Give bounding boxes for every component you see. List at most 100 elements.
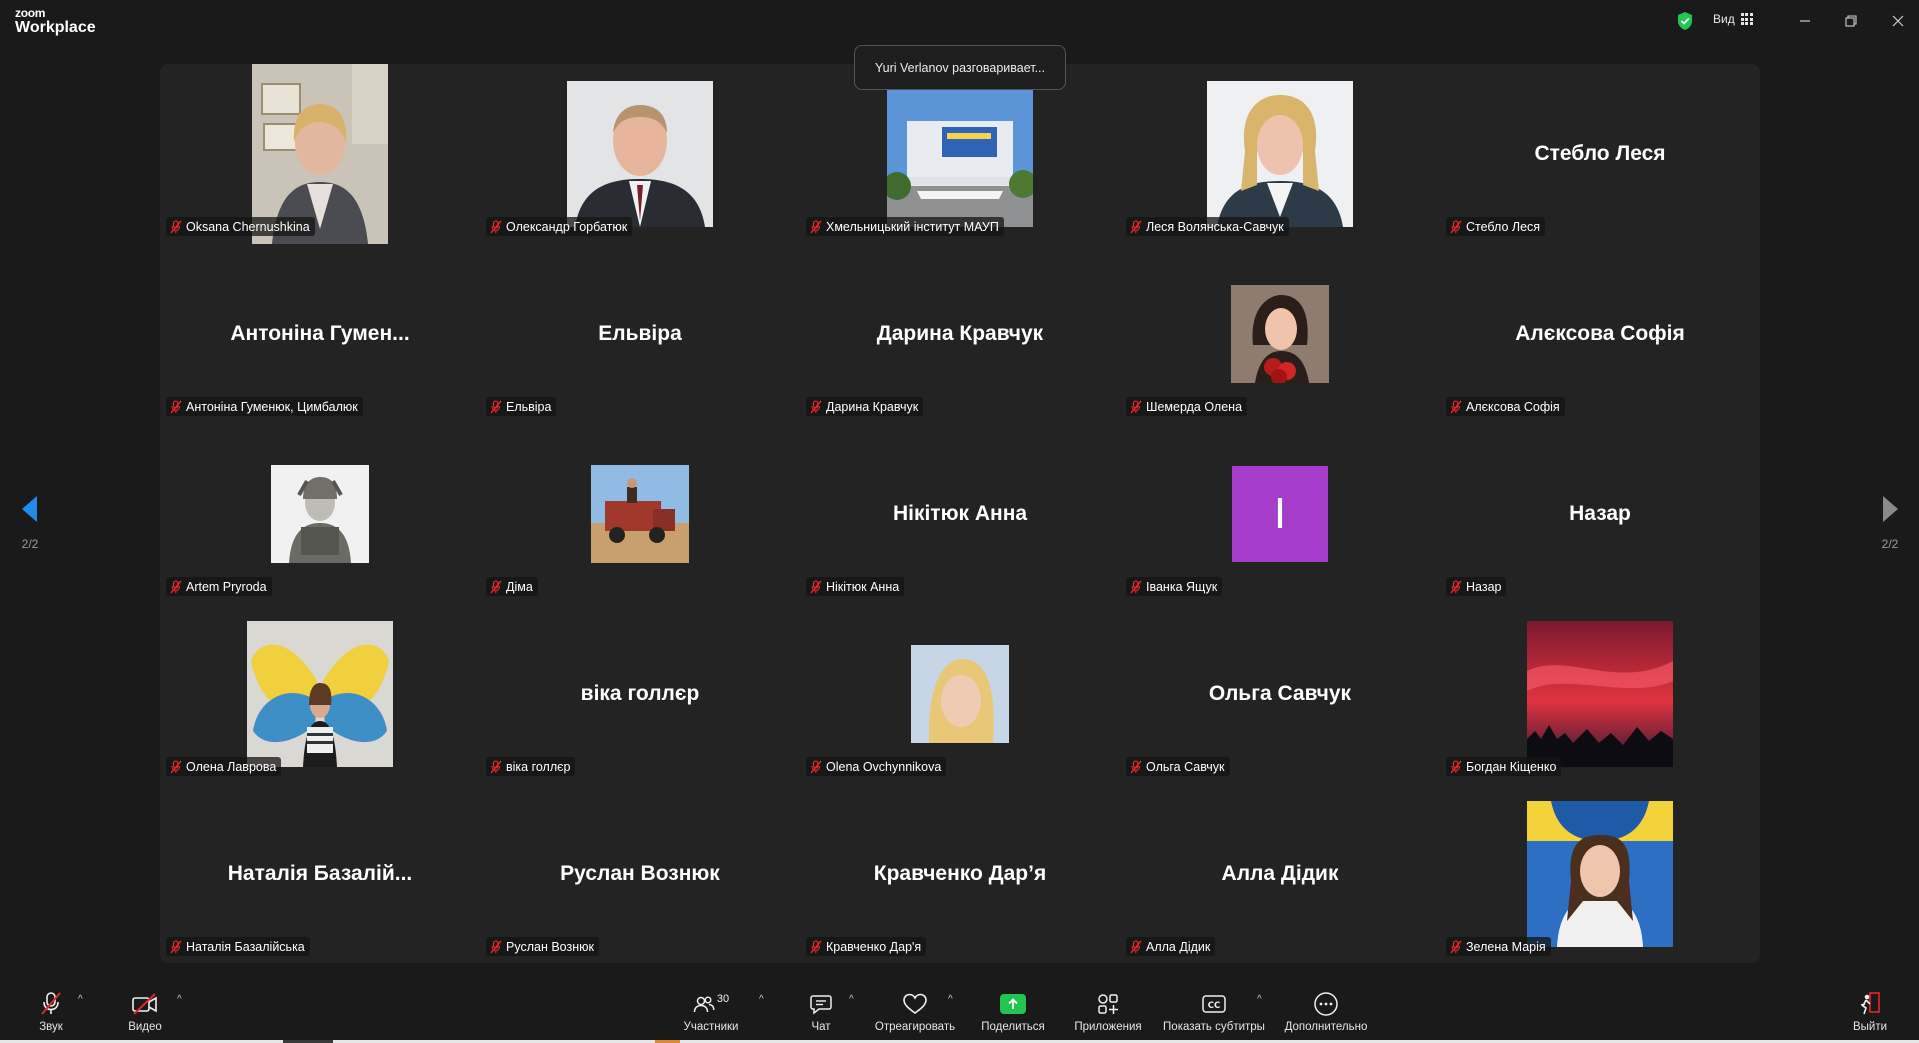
participant-tile[interactable]: Oksana Chernushkina — [160, 64, 480, 244]
participant-display-name: Ольга Савчук — [1208, 682, 1352, 705]
react-button[interactable]: Отреагировать — [873, 980, 957, 1043]
participant-name-label: Іванка Ящук — [1126, 577, 1223, 596]
participant-tile[interactable]: Олександр Горбатюк — [480, 64, 800, 244]
video-button[interactable]: Видео — [124, 980, 166, 1043]
participant-photo — [1527, 621, 1673, 767]
captions-button[interactable]: CC Показать субтитры — [1160, 980, 1268, 1043]
mic-muted-icon — [170, 939, 182, 953]
participant-name: Наталія Базалійська — [186, 939, 305, 954]
more-button[interactable]: Дополнительно — [1283, 980, 1369, 1043]
participant-photo — [271, 465, 369, 563]
participant-tile[interactable]: Дарина Кравчук Дарина Кравчук — [800, 244, 1120, 424]
participant-name-label: Шемерда Олена — [1126, 397, 1248, 416]
react-label: Отреагировать — [874, 1020, 956, 1033]
restore-button[interactable] — [1840, 10, 1862, 32]
participant-tile[interactable]: Леся Волянська-Савчук — [1120, 64, 1440, 244]
mic-muted-icon — [170, 759, 182, 773]
leave-button[interactable]: Выйти — [1852, 980, 1888, 1043]
chat-label: Чат — [811, 1020, 831, 1033]
participant-tile[interactable]: Богдан Кіщенко — [1440, 604, 1760, 784]
participant-tile[interactable]: Назар Назар — [1440, 424, 1760, 604]
mic-muted-icon — [1450, 759, 1462, 773]
participant-tile[interactable]: Зелена Марія — [1440, 784, 1760, 964]
participant-tile[interactable]: Ольга Савчук Ольга Савчук — [1120, 604, 1440, 784]
participant-tile[interactable]: Нікітюк Анна Нікітюк Анна — [800, 424, 1120, 604]
restore-icon — [1845, 15, 1857, 27]
apps-button[interactable]: Приложения — [1070, 980, 1146, 1043]
mic-muted-icon — [810, 219, 822, 233]
participant-display-name: Нікітюк Анна — [892, 502, 1028, 525]
mic-muted-icon — [490, 219, 502, 233]
participant-tile[interactable]: Руслан Вознюк Руслан Вознюк — [480, 784, 800, 964]
participant-name-label: Богдан Кіщенко — [1446, 757, 1562, 776]
participant-display-name: Алла Дідик — [1221, 862, 1339, 885]
participant-name-label: Нікітюк Анна — [806, 577, 905, 596]
audio-button[interactable]: Звук — [34, 980, 68, 1043]
participant-name: Алла Дідик — [1146, 939, 1211, 954]
participant-tile[interactable]: Хмельницький інститут МАУП — [800, 64, 1120, 244]
view-button[interactable]: Вид — [1713, 12, 1753, 26]
chat-button[interactable]: Чат — [806, 980, 836, 1043]
share-button[interactable]: Поделиться — [978, 980, 1048, 1043]
page-indicator-left: 2/2 — [21, 537, 39, 551]
gallery-view: Oksana Chernushkina Олександр Горбатюк Хме… — [160, 64, 1760, 963]
participant-tile[interactable]: Алла Дідик Алла Дідик — [1120, 784, 1440, 964]
arrow-right-icon — [1883, 496, 1898, 522]
mic-muted-icon — [810, 579, 822, 593]
participant-name: Іванка Ящук — [1146, 579, 1218, 594]
participant-name: Artem Pryroda — [186, 579, 267, 594]
captions-options-caret[interactable]: ^ — [1257, 994, 1262, 1005]
participant-tile[interactable]: віка голлєр віка голлєр — [480, 604, 800, 784]
participant-name: Олена Лаврова — [186, 759, 277, 774]
participant-tile[interactable]: Діма — [480, 424, 800, 604]
participant-photo — [887, 81, 1033, 227]
react-options-caret[interactable]: ^ — [948, 994, 953, 1005]
participant-name-label: Діма — [486, 577, 538, 596]
mic-muted-icon — [810, 939, 822, 953]
participant-name: Алєксова Софія — [1466, 399, 1560, 414]
mic-muted-icon — [490, 579, 502, 593]
mic-muted-icon — [1130, 579, 1142, 593]
next-page-button[interactable]: 2/2 — [1874, 494, 1906, 551]
page-indicator-right: 2/2 — [1881, 537, 1899, 551]
participant-tile[interactable]: Artem Pryroda — [160, 424, 480, 604]
participant-name-label: Зелена Марія — [1446, 937, 1551, 956]
participant-tile[interactable]: Кравченко Дар’я Кравченко Дар'я — [800, 784, 1120, 964]
more-icon — [1314, 991, 1338, 1016]
participant-tile[interactable]: Стебло Леся Стебло Леся — [1440, 64, 1760, 244]
participant-name-label: Стебло Леся — [1446, 217, 1546, 236]
participants-button[interactable]: 30 Участники — [680, 980, 742, 1043]
active-speaker-notice: Yuri Verlanov разговаривает... — [854, 45, 1066, 90]
participant-tile[interactable]: I Іванка Ящук — [1120, 424, 1440, 604]
minimize-icon — [1800, 20, 1810, 22]
participant-tile[interactable]: Ельвіра Ельвіра — [480, 244, 800, 424]
logo-workplace: Workplace — [15, 19, 96, 36]
security-shield-icon[interactable] — [1676, 11, 1694, 31]
participant-display-name: Дарина Кравчук — [876, 322, 1044, 345]
participant-tile[interactable]: Антоніна Гумен... Антоніна Гуменюк, Цимба… — [160, 244, 480, 424]
chat-options-caret[interactable]: ^ — [849, 994, 854, 1005]
participant-name-label: Artem Pryroda — [166, 577, 272, 596]
participant-display-name: Назар — [1569, 502, 1631, 525]
participant-tile[interactable]: Olena Ovchynnikova — [800, 604, 1120, 784]
apps-icon — [1098, 993, 1118, 1014]
participant-name-label: Руслан Вознюк — [486, 937, 599, 956]
participants-options-caret[interactable]: ^ — [759, 994, 764, 1005]
close-button[interactable] — [1887, 10, 1909, 32]
heart-icon — [903, 993, 927, 1014]
participant-tile[interactable]: Шемерда Олена — [1120, 244, 1440, 424]
minimize-button[interactable] — [1794, 10, 1816, 32]
prev-page-button[interactable]: 2/2 — [14, 494, 46, 551]
participant-tile[interactable]: Наталія Базалій... Наталія Базалійська — [160, 784, 480, 964]
audio-options-caret[interactable]: ^ — [78, 994, 83, 1005]
leave-label: Выйти — [1852, 1020, 1888, 1033]
participant-tile[interactable]: Олена Лаврова — [160, 604, 480, 784]
participant-tile[interactable]: Алєксова Софія Алєксова Софія — [1440, 244, 1760, 424]
captions-label: Показать субтитры — [1163, 1020, 1265, 1033]
video-options-caret[interactable]: ^ — [177, 994, 182, 1005]
participant-display-name: Кравченко Дар’я — [873, 862, 1047, 885]
participants-count: 30 — [716, 992, 730, 1005]
mic-muted-icon — [1130, 219, 1142, 233]
video-off-icon — [132, 992, 157, 1015]
participant-name: Ольга Савчук — [1146, 759, 1225, 774]
